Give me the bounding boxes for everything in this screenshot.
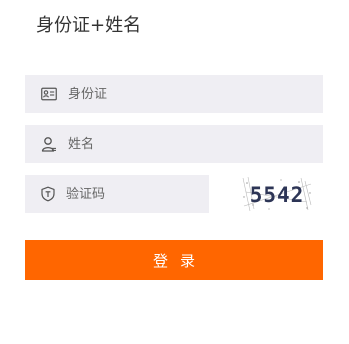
shield-icon (40, 185, 56, 203)
user-icon (40, 135, 58, 153)
id-card-icon (40, 85, 58, 103)
page-title: 身份证+姓名 (36, 15, 142, 36)
name-input[interactable] (68, 125, 323, 163)
verification-code-field[interactable] (25, 175, 236, 213)
login-page: 身份证+姓名 身份证 姓名 验证码 5542 登录 (0, 0, 349, 344)
id-card-input[interactable] (68, 75, 323, 113)
name-field[interactable] (25, 125, 323, 163)
captcha-text: 5542 (250, 183, 305, 207)
id-card-field[interactable] (25, 75, 323, 113)
login-button[interactable]: 登录 (25, 240, 323, 280)
captcha-image[interactable]: 5542 (241, 175, 313, 213)
verification-code-input[interactable] (66, 175, 236, 213)
